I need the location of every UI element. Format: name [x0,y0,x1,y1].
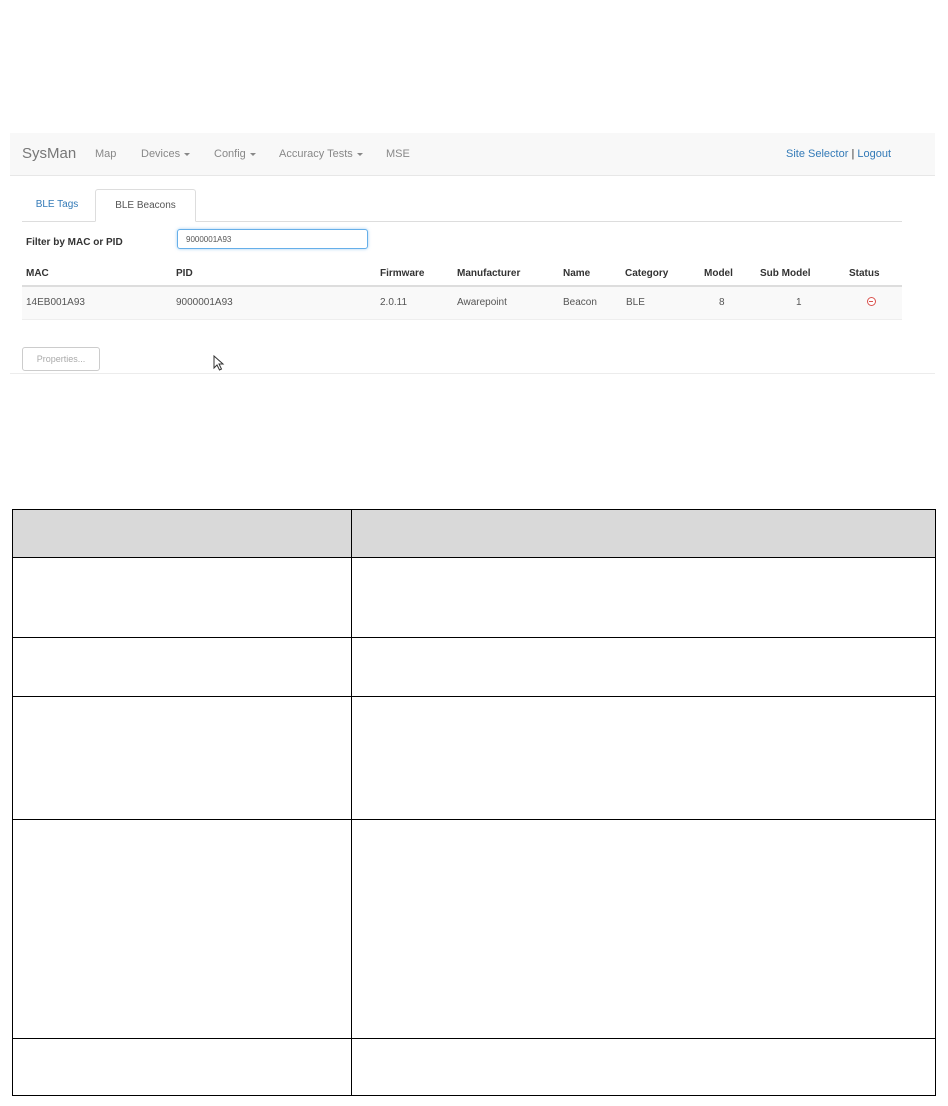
nav-separator: | [851,148,855,160]
filter-label: Filter by MAC or PID [26,237,123,248]
nav-item-config[interactable]: Config [214,148,256,160]
nav-item-map[interactable]: Map [95,148,116,160]
filter-input[interactable] [177,229,368,249]
column-header-firmware[interactable]: Firmware [380,268,424,279]
column-header-mac[interactable]: MAC [26,268,49,279]
document-table-cell [351,1038,936,1096]
column-header-manufacturer[interactable]: Manufacturer [457,268,520,279]
sysman-app-screenshot: SysMan Map Devices Config Accuracy Tests… [10,133,935,374]
mouse-pointer-icon [213,355,225,371]
device-tabs: BLE Tags BLE Beacons [22,189,902,222]
document-table-header-cell [12,509,352,558]
tab-ble-beacons[interactable]: BLE Beacons [95,189,196,222]
document-table-cell [12,819,352,1039]
cell-mac: 14EB001A93 [26,297,85,308]
cell-firmware: 2.0.11 [380,297,408,308]
document-table-cell [351,696,936,820]
caret-down-icon [249,152,256,156]
nav-item-mse-label: MSE [386,148,410,160]
column-header-sub-model[interactable]: Sub Model [760,268,811,279]
site-selector-link[interactable]: Site Selector [786,148,848,160]
error-circle-icon [867,297,876,306]
nav-item-accuracy-tests-label: Accuracy Tests [279,148,353,160]
document-table-header-cell [351,509,936,558]
column-header-name[interactable]: Name [563,268,590,279]
document-table-cell [12,557,352,638]
document-table-header-row [12,509,936,558]
nav-item-map-label: Map [95,148,117,160]
tab-ble-tags[interactable]: BLE Tags [22,189,92,221]
table-row[interactable]: 14EB001A93 9000001A93 2.0.11 Awarepoint … [22,287,902,320]
nav-item-mse[interactable]: MSE [386,148,410,160]
document-table-cell [351,637,936,697]
document-table-row [12,637,936,697]
document-table-cell [351,819,936,1039]
cell-model: 8 [719,297,725,308]
document-table-row [12,1038,936,1096]
logout-link[interactable]: Logout [857,148,891,160]
document-table [12,509,936,1096]
brand-sysman[interactable]: SysMan [22,145,76,162]
cell-pid: 9000001A93 [176,297,233,308]
table-header-row: MAC PID Firmware Manufacturer Name Categ… [22,257,902,287]
properties-button[interactable]: Properties... [22,347,100,371]
document-table-cell [351,557,936,638]
cell-manufacturer: Awarepoint [457,297,507,308]
cell-name: Beacon [563,297,597,308]
nav-item-accuracy-tests[interactable]: Accuracy Tests [279,148,363,160]
document-table-cell [12,637,352,697]
document-table-cell [12,696,352,820]
column-header-status[interactable]: Status [849,268,880,279]
cell-sub-model: 1 [796,297,802,308]
top-navbar: SysMan Map Devices Config Accuracy Tests… [10,133,935,176]
column-header-model[interactable]: Model [704,268,733,279]
caret-down-icon [356,152,363,156]
document-table-row [12,696,936,820]
column-header-pid[interactable]: PID [176,268,193,279]
nav-right-links: Site Selector | Logout [786,148,891,160]
nav-item-devices-label: Devices [141,148,181,160]
document-table-row [12,557,936,638]
cell-category: BLE [626,297,645,308]
document-table-row [12,819,936,1039]
nav-item-devices[interactable]: Devices [141,148,191,160]
document-table-cell [12,1038,352,1096]
caret-down-icon [184,152,191,156]
nav-item-config-label: Config [214,148,246,160]
column-header-category[interactable]: Category [625,268,668,279]
